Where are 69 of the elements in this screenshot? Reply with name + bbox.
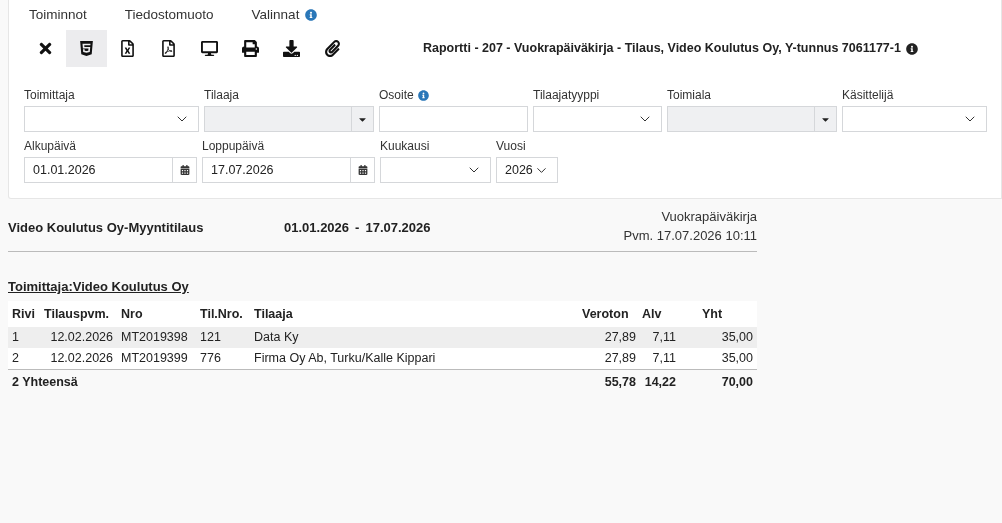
dropdown-field[interactable] <box>533 106 662 132</box>
table-cell: 70,00 <box>680 369 757 396</box>
column-header: Tilaaja <box>250 301 578 327</box>
field-label: Toimiala <box>667 87 711 104</box>
field-label: Käsittelijä <box>842 87 894 104</box>
table-cell: Data Ky <box>250 327 578 348</box>
menu-item[interactable]: Tiedostomuoto <box>124 4 214 26</box>
column-header: Alv <box>638 301 680 327</box>
table-cell: 121 <box>196 327 250 348</box>
date-field[interactable]: 01.01.2026 <box>24 157 197 183</box>
column-header: Tilauspvm. <box>40 301 117 327</box>
table-cell: 7,11 <box>638 327 680 348</box>
table-cell: 7,11 <box>638 348 680 369</box>
table-cell: 35,00 <box>680 348 757 369</box>
column-header: Yht <box>680 301 757 327</box>
table-cell: 27,89 <box>578 348 638 369</box>
table-cell: MT2019398 <box>117 327 196 348</box>
close-icon <box>37 40 54 57</box>
period-end: 17.07.2026 <box>365 219 431 237</box>
column-header: Nro <box>117 301 196 327</box>
date-field[interactable]: 17.07.2026 <box>202 157 375 183</box>
table-cell: 14,22 <box>638 369 680 396</box>
report-title: Raportti - 207 - Vuokrapäiväkirja - Tilaus, Video Koulutus Oy, Y-tunnus 7061177-1 <box>423 40 901 58</box>
period-separator: - <box>355 219 360 237</box>
table-cell: 35,00 <box>680 327 757 348</box>
table-cell: MT2019399 <box>117 348 196 369</box>
field-label: Loppupäivä <box>202 138 265 155</box>
column-header: Rivi <box>8 301 40 327</box>
shield-icon <box>78 40 95 57</box>
field-label: Osoite <box>379 87 414 104</box>
menu-item[interactable]: Valinnat <box>251 4 300 26</box>
field-label: Toimittaja <box>24 87 75 104</box>
menu-item[interactable]: Toiminnot <box>29 4 87 26</box>
report-heading: Video Koulutus Oy-Myyntitilaus <box>8 219 205 237</box>
monitor-icon <box>201 40 218 57</box>
report-name: Vuokrapäiväkirja <box>661 208 757 226</box>
table-cell: 12.02.2026 <box>40 348 117 369</box>
pdf-file-icon <box>160 40 177 57</box>
field-label: Tilaajatyyppi <box>533 87 600 104</box>
table-cell: 776 <box>196 348 250 369</box>
shield-button[interactable] <box>66 30 107 67</box>
table-cell: 12.02.2026 <box>40 327 117 348</box>
table-cell: 2 <box>8 348 40 369</box>
total-label: 2 Yhteensä <box>8 369 578 396</box>
paperclip-icon <box>324 40 341 57</box>
period-start: 01.01.2026 <box>284 219 350 237</box>
column-header: Veroton <box>578 301 638 327</box>
calendar-icon <box>357 165 368 175</box>
input-field[interactable] <box>379 106 528 132</box>
table-cell: 1 <box>8 327 40 348</box>
download-icon <box>283 40 300 57</box>
table-cell: Firma Oy Ab, Turku/Kalle Kippari <box>250 348 578 369</box>
field-label: Kuukausi <box>380 138 430 155</box>
field-label: Tilaaja <box>204 87 239 104</box>
field-label: Vuosi <box>496 138 526 155</box>
dropdown-field[interactable]: 2026 <box>496 157 558 183</box>
spreadsheet-file-icon <box>119 40 136 57</box>
info-icon[interactable] <box>905 42 918 55</box>
print-date: Pvm. 17.07.2026 10:11 <box>623 227 757 245</box>
dropdown-field[interactable] <box>842 106 987 132</box>
table-cell: 27,89 <box>578 327 638 348</box>
field-label: Alkupäivä <box>24 138 77 155</box>
dropdown-field[interactable] <box>24 106 199 132</box>
table-cell: 55,78 <box>578 369 638 396</box>
column-header: Til.Nro. <box>196 301 250 327</box>
calendar-icon <box>179 165 190 175</box>
print-icon <box>242 40 259 57</box>
supplier-heading: Toimittaja:Video Koulutus Oy <box>8 279 189 294</box>
dropdown-field[interactable] <box>380 157 491 183</box>
